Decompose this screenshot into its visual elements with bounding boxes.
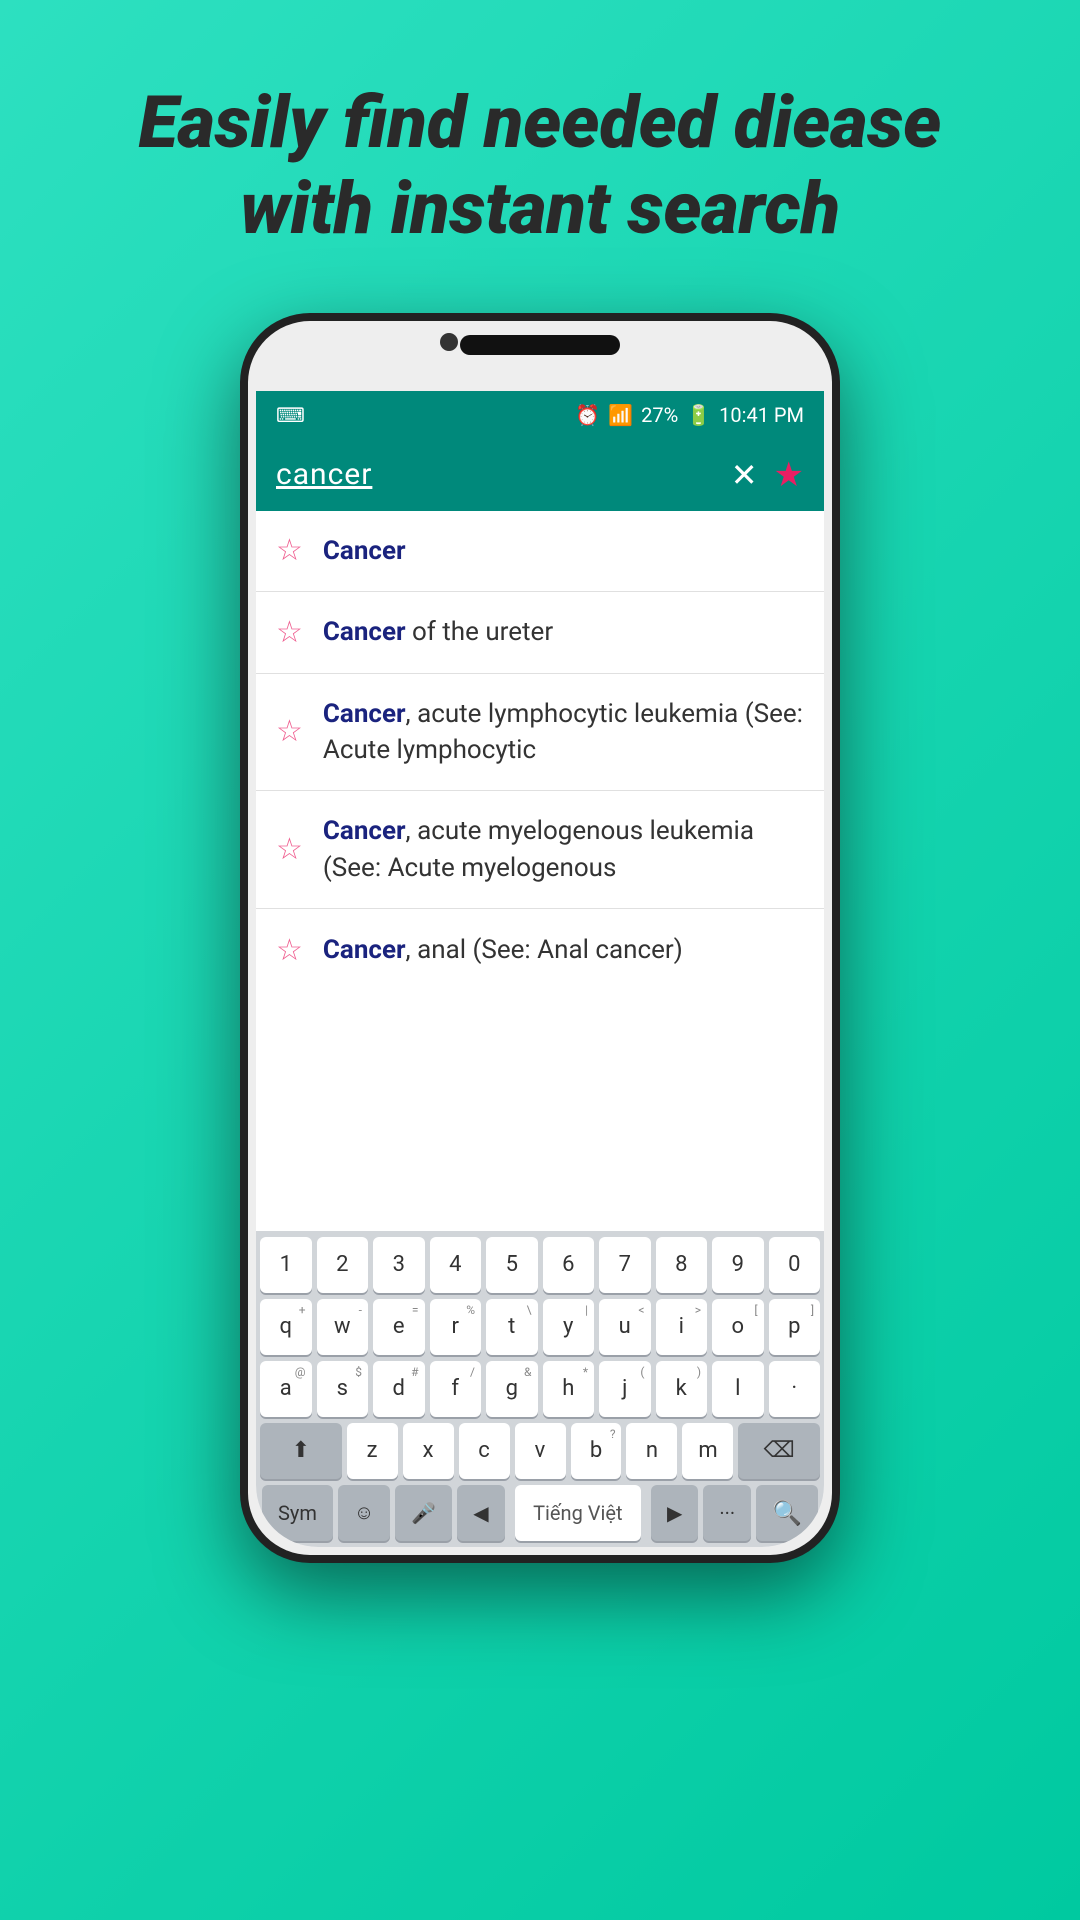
key-l[interactable]: l bbox=[712, 1361, 764, 1417]
phone-camera bbox=[440, 333, 458, 351]
favorite-star-2[interactable]: ☆ bbox=[276, 615, 303, 650]
key-9[interactable]: 9 bbox=[712, 1237, 764, 1293]
phone-speaker bbox=[460, 335, 620, 355]
keyboard-row-zxcv: ⬆ z x c v b? n m ⌫ bbox=[260, 1423, 820, 1479]
key-s[interactable]: s$ bbox=[317, 1361, 369, 1417]
keyboard-row-asdf: a@ s$ d# f/ g& h* j( k) l · bbox=[260, 1361, 820, 1417]
keyboard-row-bottom: Sym ☺ 🎤 ◀ Tiếng Việt ▶ ··· 🔍 bbox=[260, 1485, 820, 1541]
keyboard-row-qwerty: q+ w- e= r% t\ y| u< i> o[ p] bbox=[260, 1299, 820, 1355]
result-keyword-1: Cancer bbox=[323, 536, 406, 566]
result-text-5: Cancer, anal (See: Anal cancer) bbox=[323, 932, 683, 968]
key-space[interactable]: Tiếng Việt bbox=[515, 1485, 641, 1541]
key-m[interactable]: m bbox=[682, 1423, 733, 1479]
key-z[interactable]: z bbox=[347, 1423, 398, 1479]
keyboard-row-numbers: 1 2 3 4 5 6 7 8 9 0 bbox=[260, 1237, 820, 1293]
key-v[interactable]: v bbox=[515, 1423, 566, 1479]
result-keyword-5: Cancer bbox=[323, 935, 406, 965]
result-item-5[interactable]: ☆ Cancer, anal (See: Anal cancer) bbox=[256, 909, 824, 979]
key-h[interactable]: h* bbox=[543, 1361, 595, 1417]
key-d[interactable]: d# bbox=[373, 1361, 425, 1417]
favorite-star-4[interactable]: ☆ bbox=[276, 832, 303, 867]
key-search[interactable]: 🔍 bbox=[756, 1485, 818, 1541]
key-delete[interactable]: ⌫ bbox=[738, 1423, 820, 1479]
key-arrow-right[interactable]: ▶ bbox=[651, 1485, 698, 1541]
key-o[interactable]: o[ bbox=[712, 1299, 764, 1355]
key-3[interactable]: 3 bbox=[373, 1237, 425, 1293]
key-mic[interactable]: 🎤 bbox=[395, 1485, 452, 1541]
key-f[interactable]: f/ bbox=[430, 1361, 482, 1417]
key-c[interactable]: c bbox=[459, 1423, 510, 1479]
key-w[interactable]: w- bbox=[317, 1299, 369, 1355]
headline-line1: Easily find needed diease bbox=[139, 80, 942, 165]
result-rest-5: , anal (See: Anal cancer) bbox=[406, 935, 683, 965]
result-rest-2: of the ureter bbox=[406, 617, 554, 647]
key-sym[interactable]: Sym bbox=[262, 1485, 333, 1541]
key-i[interactable]: i> bbox=[656, 1299, 708, 1355]
result-item-1[interactable]: ☆ Cancer bbox=[256, 511, 824, 592]
key-arrow-left[interactable]: ◀ bbox=[457, 1485, 504, 1541]
clear-button[interactable]: ✕ bbox=[731, 456, 758, 494]
result-text-4: Cancer, acute myelogenous leukemia (See:… bbox=[323, 813, 804, 886]
key-a[interactable]: a@ bbox=[260, 1361, 312, 1417]
favorite-star-1[interactable]: ☆ bbox=[276, 533, 303, 568]
favorites-button[interactable]: ★ bbox=[774, 455, 804, 495]
key-shift[interactable]: ⬆ bbox=[260, 1423, 342, 1479]
key-b[interactable]: b? bbox=[571, 1423, 622, 1479]
key-y[interactable]: y| bbox=[543, 1299, 595, 1355]
key-e[interactable]: e= bbox=[373, 1299, 425, 1355]
result-keyword-3: Cancer bbox=[323, 699, 406, 729]
key-r[interactable]: r% bbox=[430, 1299, 482, 1355]
status-right-icons: ⏰ 📶 27% 🔋 10:41 PM bbox=[575, 403, 804, 427]
key-p[interactable]: p] bbox=[769, 1299, 821, 1355]
background: Easily find needed diease with instant s… bbox=[0, 0, 1080, 1920]
key-q[interactable]: q+ bbox=[260, 1299, 312, 1355]
headline-line2: with instant search bbox=[240, 166, 840, 251]
key-u[interactable]: u< bbox=[599, 1299, 651, 1355]
result-item-3[interactable]: ☆ Cancer, acute lymphocytic leukemia (Se… bbox=[256, 674, 824, 792]
key-8[interactable]: 8 bbox=[656, 1237, 708, 1293]
keyboard[interactable]: 1 2 3 4 5 6 7 8 9 0 q bbox=[256, 1231, 824, 1547]
result-keyword-4: Cancer bbox=[323, 816, 406, 846]
battery-percent: 27% bbox=[641, 403, 678, 427]
key-t[interactable]: t\ bbox=[486, 1299, 538, 1355]
key-5[interactable]: 5 bbox=[486, 1237, 538, 1293]
key-emoji[interactable]: ☺ bbox=[338, 1485, 390, 1541]
status-keyboard-icon: ⌨ bbox=[276, 403, 305, 427]
key-x[interactable]: x bbox=[403, 1423, 454, 1479]
result-text-3: Cancer, acute lymphocytic leukemia (See:… bbox=[323, 696, 804, 769]
alarm-icon: ⏰ bbox=[575, 403, 600, 427]
result-text-2: Cancer of the ureter bbox=[323, 614, 553, 650]
key-k[interactable]: k) bbox=[656, 1361, 708, 1417]
time-display: 10:41 PM bbox=[719, 403, 804, 427]
key-6[interactable]: 6 bbox=[543, 1237, 595, 1293]
key-7[interactable]: 7 bbox=[599, 1237, 651, 1293]
key-2[interactable]: 2 bbox=[317, 1237, 369, 1293]
headline: Easily find needed diease with instant s… bbox=[79, 80, 1002, 253]
key-0[interactable]: 0 bbox=[769, 1237, 821, 1293]
favorite-star-5[interactable]: ☆ bbox=[276, 933, 303, 968]
screen: ⌨ ⏰ 📶 27% 🔋 10:41 PM cancer ✕ ★ bbox=[256, 391, 824, 1547]
phone-inner: ⌨ ⏰ 📶 27% 🔋 10:41 PM cancer ✕ ★ bbox=[248, 321, 832, 1555]
key-j[interactable]: j( bbox=[599, 1361, 651, 1417]
phone-shell: ⌨ ⏰ 📶 27% 🔋 10:41 PM cancer ✕ ★ bbox=[240, 313, 840, 1563]
key-1[interactable]: 1 bbox=[260, 1237, 312, 1293]
key-n[interactable]: n bbox=[626, 1423, 677, 1479]
results-list: ☆ Cancer ☆ Cancer of the ureter bbox=[256, 511, 824, 1231]
result-text-1: Cancer bbox=[323, 533, 406, 569]
result-item-2[interactable]: ☆ Cancer of the ureter bbox=[256, 592, 824, 673]
key-options[interactable]: ··· bbox=[703, 1485, 751, 1541]
search-bar: cancer ✕ ★ bbox=[256, 439, 824, 511]
result-item-4[interactable]: ☆ Cancer, acute myelogenous leukemia (Se… bbox=[256, 791, 824, 909]
phone-mockup: ⌨ ⏰ 📶 27% 🔋 10:41 PM cancer ✕ ★ bbox=[240, 313, 840, 1563]
key-4[interactable]: 4 bbox=[430, 1237, 482, 1293]
key-g[interactable]: g& bbox=[486, 1361, 538, 1417]
key-dot[interactable]: · bbox=[769, 1361, 821, 1417]
result-keyword-2: Cancer bbox=[323, 617, 406, 647]
favorite-star-3[interactable]: ☆ bbox=[276, 714, 303, 749]
battery-icon: 🔋 bbox=[686, 403, 711, 427]
status-bar: ⌨ ⏰ 📶 27% 🔋 10:41 PM bbox=[256, 391, 824, 439]
search-input[interactable]: cancer bbox=[276, 457, 715, 492]
signal-icon: 📶 bbox=[608, 403, 633, 427]
